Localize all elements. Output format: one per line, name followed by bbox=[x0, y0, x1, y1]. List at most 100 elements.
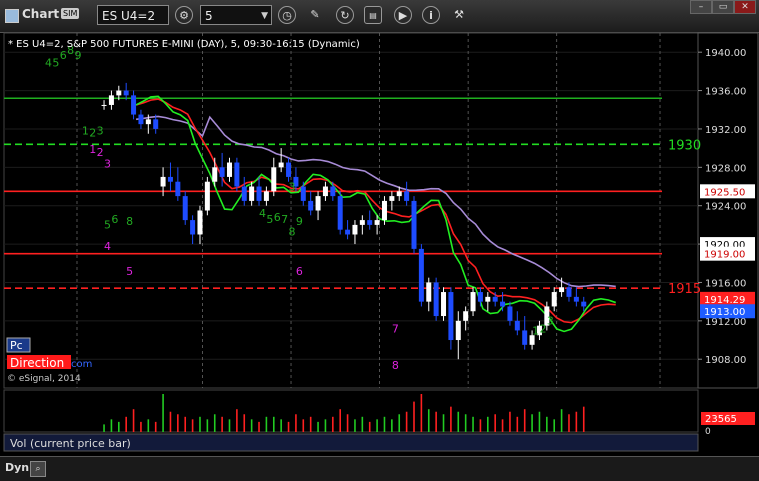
price-tag-text: 1925.50 bbox=[704, 187, 745, 198]
dyn-label: Dyn bbox=[5, 461, 30, 474]
candle-body bbox=[559, 287, 565, 293]
count-label: 5 bbox=[52, 57, 59, 70]
candle-body bbox=[514, 320, 520, 331]
candle-body bbox=[190, 220, 196, 235]
candle-body bbox=[175, 181, 181, 197]
y-tick-label: 1924.00 bbox=[705, 202, 746, 213]
y-tick-label: 1936.00 bbox=[705, 87, 746, 98]
candle-body bbox=[300, 186, 306, 201]
count-label: 2 bbox=[539, 322, 546, 335]
time-axis-bar: Dyn ⌕ bbox=[0, 456, 759, 481]
count-label: 9 bbox=[75, 49, 82, 62]
candle-body bbox=[485, 296, 491, 302]
count-label: 8 bbox=[289, 225, 296, 238]
candle-body bbox=[411, 200, 417, 249]
candle-body bbox=[256, 186, 262, 201]
y-tick-label: 1908.00 bbox=[705, 355, 746, 366]
candle-body bbox=[426, 282, 432, 302]
direction-label: Direction bbox=[10, 356, 64, 370]
count-label: 5 bbox=[126, 265, 133, 278]
y-tick-label: 1940.00 bbox=[705, 48, 746, 59]
y-tick-label: 1916.00 bbox=[705, 278, 746, 289]
volume-label: Vol (current price bar) bbox=[10, 437, 131, 450]
count-label: 3 bbox=[104, 157, 111, 170]
candle-body bbox=[477, 292, 483, 302]
candle-body bbox=[263, 191, 269, 201]
pc-label: Pc bbox=[10, 339, 23, 352]
count-label: 5 bbox=[266, 213, 273, 226]
candle-body bbox=[101, 104, 107, 106]
candle-body bbox=[322, 186, 328, 197]
count-label: 1 bbox=[82, 125, 89, 138]
count-label: 3 bbox=[97, 125, 104, 138]
candle-body bbox=[418, 248, 424, 302]
candle-body bbox=[448, 292, 454, 341]
count-label: 6 bbox=[111, 213, 118, 226]
level-label: 1915 bbox=[668, 282, 701, 297]
zoom-icon[interactable]: ⌕ bbox=[30, 461, 46, 477]
candle-body bbox=[315, 196, 321, 211]
volume-layer: 23565 0 bbox=[3, 389, 755, 437]
candle-body bbox=[367, 220, 373, 225]
candle-body bbox=[337, 196, 343, 230]
candle-body bbox=[138, 114, 144, 125]
count-label: 6 bbox=[274, 211, 281, 224]
candle-body bbox=[522, 330, 528, 345]
candle-body bbox=[219, 167, 225, 177]
count-label: 2 bbox=[89, 127, 96, 140]
price-tag-text: 1913.00 bbox=[704, 307, 745, 318]
candle-body bbox=[271, 167, 277, 192]
candle-body bbox=[197, 210, 203, 235]
count-label: 7 bbox=[281, 213, 288, 226]
candle-body bbox=[455, 320, 461, 341]
count-label: 6 bbox=[296, 265, 303, 278]
chart-canvas: 1940.001936.001932.001928.001924.001920.… bbox=[3, 32, 759, 452]
count-label: 1 bbox=[532, 324, 539, 337]
count-label: 4 bbox=[104, 240, 111, 253]
count-label: 6 bbox=[60, 49, 67, 62]
volume-zero-label: 0 bbox=[705, 427, 711, 437]
volume-pane bbox=[3, 389, 699, 433]
y-tick-label: 1932.00 bbox=[705, 125, 746, 136]
plot-area bbox=[3, 32, 699, 389]
candle-body bbox=[227, 162, 232, 177]
candle-body bbox=[182, 196, 188, 221]
candle-body bbox=[212, 167, 218, 182]
level-label: 1930 bbox=[668, 138, 701, 153]
count-label: 7 bbox=[392, 322, 399, 335]
candle-body bbox=[463, 311, 469, 321]
count-label: 4 bbox=[259, 207, 266, 220]
candle-body bbox=[507, 306, 513, 321]
candle-body bbox=[278, 162, 284, 168]
candle-body bbox=[389, 196, 395, 201]
candle-body bbox=[204, 181, 210, 211]
candle-body bbox=[153, 119, 159, 129]
candle-body bbox=[234, 162, 240, 187]
count-label: 4 bbox=[45, 57, 52, 70]
chart-title: * ES U4=2, S&P 500 FUTURES E-MINI (DAY),… bbox=[8, 39, 360, 50]
candle-body bbox=[116, 90, 122, 96]
count-label: 9 bbox=[296, 215, 303, 228]
candle-body bbox=[160, 176, 166, 187]
candle-body bbox=[374, 220, 380, 225]
candle-body bbox=[470, 292, 476, 312]
candle-body bbox=[396, 191, 402, 197]
chart-window: Chart SIM ES U4=2 ⚙ 5 ▼ ◷ ✎ ↻ ▤ ▶ i ⚒ – … bbox=[0, 0, 759, 481]
candle-body bbox=[359, 220, 365, 225]
candle-body bbox=[108, 95, 114, 105]
candle-body bbox=[551, 292, 557, 307]
candle-body bbox=[492, 296, 498, 302]
count-label: 3 bbox=[289, 180, 296, 193]
y-tick-label: 1912.00 bbox=[705, 317, 746, 328]
candle-body bbox=[345, 229, 351, 235]
direction-suffix: com bbox=[71, 359, 92, 370]
y-tick-label: 1928.00 bbox=[705, 163, 746, 174]
count-label: 2 bbox=[97, 146, 104, 159]
candle-body bbox=[167, 176, 173, 182]
candle-body bbox=[123, 90, 129, 96]
count-label: 5 bbox=[104, 219, 111, 232]
candle-body bbox=[441, 292, 447, 317]
price-tag-text: 1914.29 bbox=[704, 295, 745, 306]
candle-body bbox=[286, 162, 292, 177]
candle-body bbox=[241, 186, 247, 201]
